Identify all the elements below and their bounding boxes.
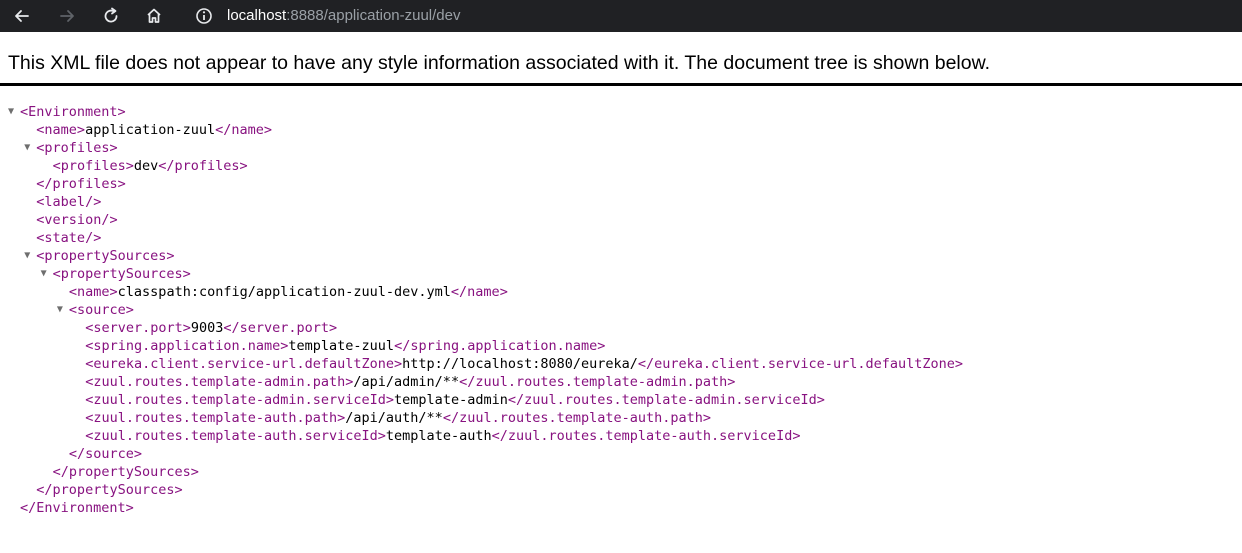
xml-line-content: <zuul.routes.template-auth.serviceId>tem… (85, 427, 800, 445)
xml-close-tag: </eureka.client.service-url.defaultZone> (637, 356, 963, 372)
xml-open-tag: <propertySources> (52, 266, 191, 282)
xml-line-content: <Environment> (20, 103, 126, 121)
xml-open-tag: </propertySources> (36, 482, 183, 498)
xml-open-tag: </profiles> (36, 176, 126, 192)
xml-line-content: <propertySources> (36, 247, 174, 265)
address-bar[interactable]: localhost:8888/application-zuul/dev (184, 0, 1242, 32)
xml-close-tag: </spring.application.name> (394, 338, 606, 354)
xml-open-tag: </source> (68, 446, 143, 462)
xml-text-value: dev (133, 158, 159, 174)
xml-text-value: application-zuul (85, 122, 216, 138)
xml-info-banner: This XML file does not appear to have an… (8, 52, 991, 74)
back-button[interactable] (8, 0, 36, 32)
xml-text-value: /api/auth/** (345, 410, 443, 426)
xml-open-tag: </Environment> (20, 500, 134, 516)
xml-open-tag: <propertySources> (36, 248, 175, 264)
info-icon[interactable] (194, 6, 214, 26)
xml-open-tag: <label/> (36, 194, 102, 210)
reload-icon (104, 7, 118, 23)
xml-open-tag: <name> (68, 284, 118, 300)
banner-divider (0, 83, 1242, 86)
xml-line-content: <name>classpath:config/application-zuul-… (69, 283, 508, 301)
xml-open-tag: <eureka.client.service-url.defaultZone> (85, 356, 403, 372)
xml-open-tag: <state/> (36, 230, 102, 246)
xml-line-content: <propertySources> (53, 265, 191, 283)
xml-line-content: <zuul.routes.template-admin.serviceId>te… (85, 391, 825, 409)
xml-line-content: <label/> (36, 193, 101, 211)
xml-open-tag: <source> (68, 302, 134, 318)
xml-line-content: </propertySources> (53, 463, 199, 481)
xml-text-value: /api/admin/** (353, 374, 460, 390)
collapse-toggle-icon[interactable]: ▼ (8, 103, 14, 121)
xml-line-content: <version/> (36, 211, 117, 229)
xml-line-content: </profiles> (36, 175, 125, 193)
xml-close-tag: </zuul.routes.template-auth.serviceId> (491, 428, 801, 444)
xml-open-tag: <Environment> (20, 104, 126, 120)
xml-open-tag: </propertySources> (52, 464, 199, 480)
browser-toolbar: localhost:8888/application-zuul/dev (0, 0, 1242, 32)
back-arrow-icon (15, 10, 29, 22)
xml-open-tag: <version/> (36, 212, 118, 228)
collapse-toggle-icon[interactable]: ▼ (57, 301, 63, 319)
xml-line-content: </source> (69, 445, 142, 463)
collapse-toggle-icon[interactable]: ▼ (24, 247, 30, 265)
xml-text-value: 9003 (190, 320, 224, 336)
url-text[interactable]: localhost:8888/application-zuul/dev (227, 7, 461, 25)
xml-text-value: template-admin (394, 392, 508, 408)
xml-open-tag: <zuul.routes.template-auth.serviceId> (85, 428, 386, 444)
xml-open-tag: <server.port> (85, 320, 191, 336)
xml-close-tag: </zuul.routes.template-admin.serviceId> (507, 392, 825, 408)
xml-close-tag: </zuul.routes.template-admin.path> (459, 374, 736, 390)
xml-line-content: <zuul.routes.template-admin.path>/api/ad… (85, 373, 735, 391)
xml-open-tag: <name> (36, 122, 86, 138)
xml-close-tag: </name> (450, 284, 508, 300)
xml-line-content: <state/> (36, 229, 101, 247)
xml-close-tag: </name> (215, 122, 273, 138)
xml-open-tag: <zuul.routes.template-auth.path> (85, 410, 346, 426)
xml-open-tag: <zuul.routes.template-admin.serviceId> (85, 392, 395, 408)
collapse-toggle-icon[interactable]: ▼ (41, 265, 47, 283)
xml-text-value: classpath:config/application-zuul-dev.ym… (117, 284, 451, 300)
xml-text-value: http://localhost:8080/eureka/ (402, 356, 638, 372)
xml-open-tag: <profiles> (52, 158, 134, 174)
url-host: localhost (227, 7, 287, 24)
forward-button[interactable] (53, 0, 81, 32)
xml-open-tag: <spring.application.name> (85, 338, 289, 354)
xml-line-content: <name>application-zuul</name> (36, 121, 272, 139)
xml-line-content: </propertySources> (36, 481, 182, 499)
xml-close-tag: </profiles> (158, 158, 248, 174)
xml-line-content: <source> (69, 301, 134, 319)
xml-line-content: <profiles> (36, 139, 117, 157)
home-button[interactable] (140, 0, 168, 32)
xml-line-content: </Environment> (20, 499, 134, 517)
collapse-toggle-icon[interactable]: ▼ (24, 139, 30, 157)
xml-text-value: template-auth (385, 428, 492, 444)
xml-close-tag: </server.port> (223, 320, 338, 336)
xml-line-content: <spring.application.name>template-zuul</… (85, 337, 605, 355)
xml-line-content: <eureka.client.service-url.defaultZone>h… (85, 355, 963, 373)
xml-text-value: template-zuul (288, 338, 395, 354)
xml-line-content: <server.port>9003</server.port> (85, 319, 337, 337)
xml-line-content: <zuul.routes.template-auth.path>/api/aut… (85, 409, 711, 427)
xml-open-tag: <profiles> (36, 140, 118, 156)
xml-close-tag: </zuul.routes.template-auth.path> (442, 410, 712, 426)
reload-button[interactable] (97, 0, 125, 32)
url-path: :8888/application-zuul/dev (286, 7, 461, 24)
home-icon (147, 8, 161, 23)
xml-open-tag: <zuul.routes.template-admin.path> (85, 374, 354, 390)
xml-line-content: <profiles>dev</profiles> (53, 157, 248, 175)
forward-arrow-icon (60, 10, 74, 22)
